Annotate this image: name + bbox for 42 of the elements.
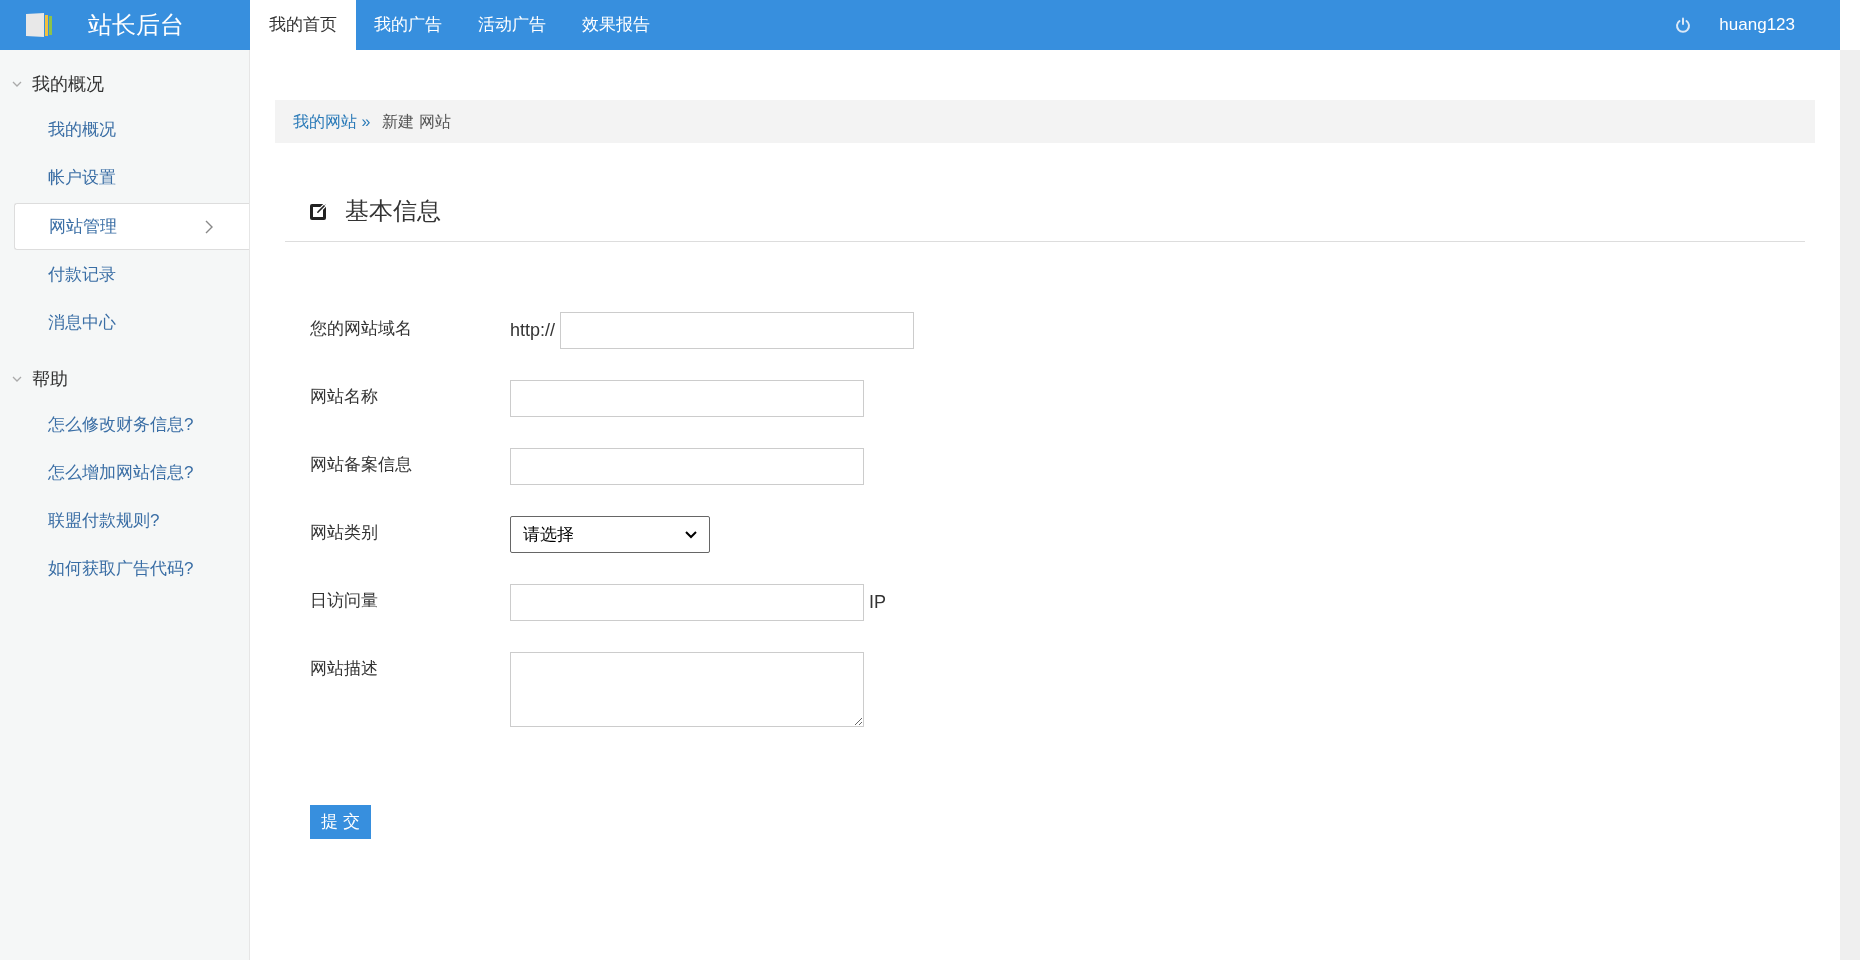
field-label: 网站名称 — [310, 386, 379, 408]
field-label: 网站类别 — [310, 522, 379, 544]
breadcrumb-current: 新建 网站 — [382, 111, 451, 132]
breadcrumb-link[interactable]: 我的网站 » — [293, 109, 371, 134]
sidebar-item[interactable]: 怎么增加网站信息? — [0, 449, 249, 497]
text-input[interactable] — [510, 584, 864, 621]
text-input[interactable] — [510, 448, 864, 485]
caret-down-icon — [685, 530, 697, 539]
nav-tab[interactable]: 我的广告 — [356, 0, 460, 50]
sidebar-item[interactable]: 我的概况 — [0, 106, 249, 154]
book-logo-icon — [24, 12, 54, 38]
nav-tab[interactable]: 我的首页 — [250, 0, 356, 50]
chevron-down-icon — [12, 79, 22, 89]
field-label: 日访问量 — [310, 590, 379, 612]
app-title: 站长后台 — [88, 10, 184, 40]
field-label: 网站备案信息 — [310, 454, 413, 476]
section-title: 基本信息 — [345, 196, 441, 226]
field-label: 您的网站域名 — [310, 318, 413, 340]
sidebar-group-header[interactable]: 帮助 — [0, 357, 249, 401]
edit-icon — [309, 201, 329, 221]
sidebar-item[interactable]: 怎么修改财务信息? — [0, 401, 249, 449]
chevron-right-icon — [205, 219, 213, 234]
field-label: 网站描述 — [310, 658, 379, 680]
sidebar-item[interactable]: 联盟付款规则? — [0, 497, 249, 545]
chevron-down-icon — [12, 374, 22, 384]
category-dropdown[interactable]: 请选择 — [510, 516, 710, 553]
sidebar-item[interactable]: 如何获取广告代码? — [0, 545, 249, 593]
username[interactable]: huang123 — [1719, 12, 1795, 38]
text-input[interactable] — [510, 380, 864, 417]
url-prefix: http:// — [510, 319, 556, 342]
nav-tab[interactable]: 效果报告 — [564, 0, 668, 50]
unit-label: IP — [869, 591, 886, 614]
sidebar-item[interactable]: 消息中心 — [0, 299, 249, 347]
sidebar-item[interactable]: 网站管理 — [14, 203, 249, 250]
nav-tab[interactable]: 活动广告 — [460, 0, 564, 50]
submit-button[interactable]: 提 交 — [310, 805, 371, 839]
description-textarea[interactable] — [510, 652, 864, 727]
sidebar-item[interactable]: 付款记录 — [0, 251, 249, 299]
sidebar-item[interactable]: 帐户设置 — [0, 154, 249, 202]
power-icon[interactable] — [1675, 17, 1692, 33]
sidebar-group-header[interactable]: 我的概况 — [0, 62, 249, 106]
text-input[interactable] — [560, 312, 915, 349]
